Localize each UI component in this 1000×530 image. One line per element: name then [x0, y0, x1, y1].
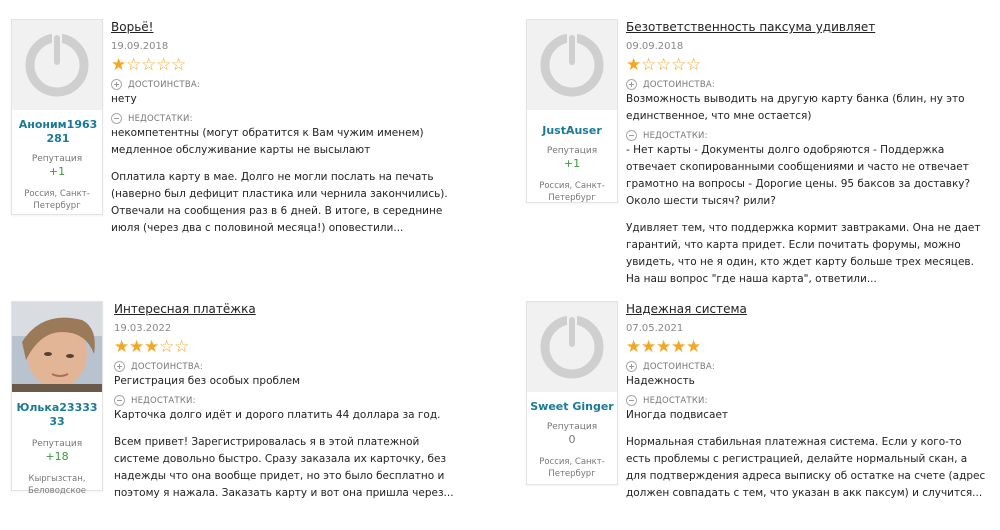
- author-location: Кыргызстан, Беловодское: [27, 474, 87, 496]
- minus-circle-icon: [114, 395, 125, 406]
- author-location: Россия, Санкт-Петербург: [539, 457, 605, 479]
- reputation-value: 0: [568, 433, 576, 446]
- plus-circle-icon: [114, 361, 125, 372]
- star-filled-icon: ★: [671, 337, 687, 357]
- review-content: Надежная система 07.05.2021 ★★★★★ ДОСТОИ…: [626, 301, 986, 502]
- review-excerpt: Всем привет! Зарегистрировалась я в этой…: [114, 436, 454, 499]
- author-location: Россия, Санкт-Петербург: [24, 189, 90, 211]
- reputation-label: Репутация: [31, 154, 83, 164]
- review-title-link[interactable]: Безответственность паксума удивляет: [626, 19, 986, 35]
- star-rating: ★★★★★: [626, 338, 986, 356]
- review-date: 09.09.2018: [626, 41, 684, 52]
- star-filled-icon: ★: [656, 337, 672, 357]
- minus-circle-icon: [626, 130, 637, 141]
- cons-text: - Нет карты - Документы долго одобряются…: [626, 144, 971, 207]
- author-name-link[interactable]: Юлька2333333: [12, 401, 102, 429]
- star-empty-icon: ☆: [156, 55, 172, 75]
- default-avatar-icon[interactable]: [527, 20, 617, 110]
- star-empty-icon: ☆: [686, 55, 702, 75]
- author-card: Юлька2333333 Репутация +18 Кыргызстан, Б…: [11, 301, 103, 496]
- pros-text: Надежность: [626, 375, 695, 387]
- star-filled-icon: ★: [144, 337, 160, 357]
- plus-circle-icon: [626, 79, 637, 90]
- author-location: Россия, Санкт-Петербург: [539, 181, 605, 203]
- star-rating: ★★★☆☆: [114, 338, 464, 356]
- star-empty-icon: ☆: [641, 55, 657, 75]
- cons-text: некомпетентны (могут обратится к Вам чуж…: [111, 127, 424, 156]
- star-empty-icon: ☆: [671, 55, 687, 75]
- star-empty-icon: ☆: [171, 55, 187, 75]
- review-excerpt: Оплатила карту в мае. Долго не могли пос…: [111, 171, 448, 234]
- review-content: Ворьё! 19.09.2018 ★☆☆☆☆ ДОСТОИНСТВА: нет…: [111, 19, 456, 237]
- review-content: Безответственность паксума удивляет 09.0…: [626, 19, 986, 288]
- cons-label: НЕДОСТАТКИ:: [626, 395, 986, 406]
- pros-text: Возможность выводить на другую карту бан…: [626, 93, 965, 122]
- pros-label: ДОСТОИНСТВА:: [111, 79, 456, 90]
- star-filled-icon: ★: [626, 337, 642, 357]
- default-avatar-icon[interactable]: [527, 302, 617, 392]
- star-empty-icon: ☆: [126, 55, 142, 75]
- author-name-link[interactable]: Sweet Ginger: [527, 400, 617, 414]
- reputation-label: Репутация: [31, 439, 83, 449]
- reputation-value: +1: [48, 165, 66, 178]
- star-filled-icon: ★: [641, 337, 657, 357]
- minus-circle-icon: [111, 113, 122, 124]
- plus-circle-icon: [626, 361, 637, 372]
- star-filled-icon: ★: [111, 55, 127, 75]
- pros-label: ДОСТОИНСТВА:: [626, 79, 986, 90]
- pros-label: ДОСТОИНСТВА:: [114, 361, 464, 372]
- pros-text: Регистрация без особых проблем: [114, 375, 301, 387]
- review-content: Интересная платёжка 19.03.2022 ★★★☆☆ ДОС…: [114, 301, 464, 502]
- pros-text: нету: [111, 93, 137, 105]
- star-filled-icon: ★: [129, 337, 145, 357]
- minus-circle-icon: [626, 395, 637, 406]
- star-filled-icon: ★: [114, 337, 130, 357]
- review-title-link[interactable]: Надежная система: [626, 301, 986, 317]
- star-empty-icon: ☆: [141, 55, 157, 75]
- author-card: Аноним1963281 Репутация +1 Россия, Санкт…: [11, 19, 103, 215]
- reputation-value: +18: [45, 450, 69, 463]
- author-card: Sweet Ginger Репутация 0 Россия, Санкт-П…: [526, 301, 618, 485]
- cons-label: НЕДОСТАТКИ:: [114, 395, 464, 406]
- reputation-label: Репутация: [546, 422, 598, 432]
- author-name-link[interactable]: JustAuser: [527, 124, 617, 138]
- review-date: 07.05.2021: [626, 323, 684, 334]
- review-date: 19.03.2022: [114, 323, 172, 334]
- review-excerpt: Нормальная стабильная платежная система.…: [626, 436, 986, 499]
- review-title-link[interactable]: Интересная платёжка: [114, 301, 464, 317]
- star-empty-icon: ☆: [656, 55, 672, 75]
- default-avatar-icon[interactable]: [12, 20, 102, 110]
- author-card: JustAuser Репутация +1 Россия, Санкт-Пет…: [526, 19, 618, 203]
- reputation-label: Репутация: [546, 146, 598, 156]
- star-rating: ★☆☆☆☆: [626, 56, 986, 74]
- user-photo[interactable]: [12, 302, 102, 392]
- star-empty-icon: ☆: [159, 337, 175, 357]
- star-filled-icon: ★: [686, 337, 702, 357]
- review-excerpt: Удивляет тем, что поддержка кормит завтр…: [626, 222, 981, 285]
- cons-label: НЕДОСТАТКИ:: [111, 113, 456, 124]
- author-name-link[interactable]: Аноним1963281: [15, 118, 101, 146]
- review-title-link[interactable]: Ворьё!: [111, 19, 456, 35]
- reputation-value: +1: [563, 157, 581, 170]
- cons-text: Иногда подвисает: [626, 409, 729, 421]
- review-date: 19.09.2018: [111, 41, 169, 52]
- plus-circle-icon: [111, 79, 122, 90]
- star-empty-icon: ☆: [174, 337, 190, 357]
- pros-label: ДОСТОИНСТВА:: [626, 361, 986, 372]
- star-filled-icon: ★: [626, 55, 642, 75]
- star-rating: ★☆☆☆☆: [111, 56, 456, 74]
- cons-label: НЕДОСТАТКИ:: [626, 130, 986, 141]
- cons-text: Карточка долго идёт и дорого платить 44 …: [114, 409, 441, 421]
